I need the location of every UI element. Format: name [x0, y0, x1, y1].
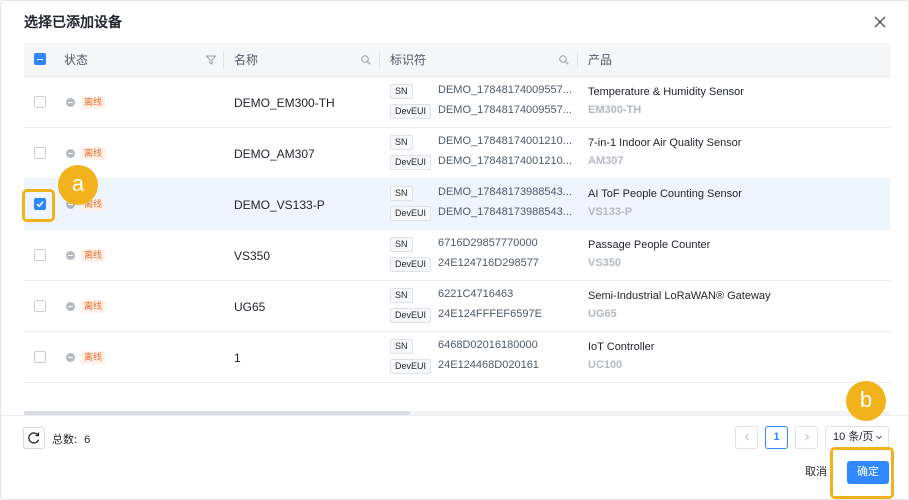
refresh-icon: [28, 432, 40, 444]
sn-value: DEMO_17848174009557...: [438, 84, 572, 96]
product-name: Temperature & Humidity Sensor: [588, 86, 744, 98]
sn-tag: SN: [390, 237, 413, 252]
status-badge: 离线: [81, 300, 106, 313]
table-row[interactable]: 离线 DEMO_VS133-P SN DEMO_17848173988543..…: [24, 179, 890, 230]
deveui-tag: DevEUI: [390, 206, 432, 221]
offline-status-icon: [66, 302, 75, 311]
total-label: 总数:: [52, 434, 78, 446]
table-row[interactable]: 离线 VS350 SN 6716D29857770000 DevEUI 24E1…: [24, 230, 890, 281]
highlight-box-checkbox: [22, 189, 55, 222]
deveui-value: DEMO_17848174001210...: [438, 155, 572, 167]
page-size-value: 10 条/页: [833, 431, 874, 443]
product-model: VS133-P: [588, 206, 633, 218]
product-model: UG65: [588, 308, 617, 320]
product-name: IoT Controller: [588, 341, 655, 353]
sn-tag: SN: [390, 84, 413, 99]
column-divider: [577, 52, 578, 68]
callout-a-badge: a: [58, 165, 98, 205]
offline-status-icon: [66, 251, 75, 260]
product-name: Semi-Industrial LoRaWAN® Gateway: [588, 290, 771, 302]
chevron-left-icon: [744, 433, 749, 441]
sn-value: DEMO_17848173988543...: [438, 186, 572, 198]
table-row[interactable]: 离线 1 SN 6468D02016180000 DevEUI 24E12446…: [24, 332, 890, 383]
product-name: 7-in-1 Indoor Air Quality Sensor: [588, 137, 742, 149]
footer-divider: [1, 415, 909, 416]
sn-tag: SN: [390, 186, 413, 201]
chevron-right-icon: [804, 433, 809, 441]
product-name: AI ToF People Counting Sensor: [588, 188, 742, 200]
status-badge: 离线: [81, 351, 106, 364]
dialog-title: 选择已添加设备: [24, 14, 122, 30]
deveui-tag: DevEUI: [390, 359, 432, 374]
sn-value: 6221C4716463: [438, 288, 514, 300]
highlight-box-confirm: [830, 447, 894, 499]
column-divider: [379, 52, 380, 68]
deveui-value: 24E124468D020161: [438, 359, 539, 371]
deveui-value: DEMO_17848174009557...: [438, 104, 572, 116]
product-name: Passage People Counter: [588, 239, 711, 251]
close-icon[interactable]: [871, 13, 889, 31]
page-size-select[interactable]: 10 条/页: [825, 426, 889, 449]
page-button-current[interactable]: 1: [765, 426, 788, 449]
deveui-tag: DevEUI: [390, 104, 432, 119]
offline-status-icon: [66, 98, 75, 107]
product-model: VS350: [588, 257, 622, 269]
sn-tag: SN: [390, 288, 413, 303]
deveui-value: 24E124FFFEF6597E: [438, 308, 542, 320]
device-name: 1: [234, 351, 241, 365]
prev-page-button[interactable]: [735, 426, 758, 449]
column-divider: [223, 52, 224, 68]
device-name: DEMO_EM300-TH: [234, 96, 335, 110]
deveui-tag: DevEUI: [390, 155, 432, 170]
total-value: 6: [84, 434, 91, 446]
table-row[interactable]: 离线 DEMO_EM300-TH SN DEMO_17848174009557.…: [24, 77, 890, 128]
device-name: VS350: [234, 249, 271, 263]
table-header: 状态 名称 标识符 产品: [24, 43, 890, 77]
offline-status-icon: [66, 149, 75, 158]
select-all-checkbox[interactable]: [34, 53, 46, 65]
deveui-value: DEMO_17848173988543...: [438, 206, 572, 218]
refresh-button[interactable]: [23, 427, 45, 449]
product-model: AM307: [588, 155, 624, 167]
sn-tag: SN: [390, 339, 413, 354]
callout-b-badge: b: [846, 381, 886, 421]
next-page-button[interactable]: [795, 426, 818, 449]
deveui-tag: DevEUI: [390, 257, 432, 272]
sn-tag: SN: [390, 135, 413, 150]
deveui-value: 24E124716D298577: [438, 257, 539, 269]
sn-value: DEMO_17848174001210...: [438, 135, 572, 147]
device-name: DEMO_AM307: [234, 147, 315, 161]
product-model: UC100: [588, 359, 623, 371]
row-checkbox[interactable]: [34, 300, 46, 312]
status-badge: 离线: [81, 96, 106, 109]
status-badge: 离线: [81, 249, 106, 262]
search-icon[interactable]: [360, 54, 372, 66]
offline-status-icon: [66, 353, 75, 362]
row-checkbox[interactable]: [34, 249, 46, 261]
select-device-dialog: 选择已添加设备 状态 名称 标识符 产品 离线 DEMO_EM300-TH SN…: [0, 0, 909, 500]
sn-value: 6468D02016180000: [438, 339, 538, 351]
filter-icon[interactable]: [205, 54, 217, 66]
row-checkbox[interactable]: [34, 147, 46, 159]
column-header-identifier: 标识符: [390, 53, 427, 67]
column-header-name: 名称: [234, 53, 259, 67]
deveui-tag: DevEUI: [390, 308, 432, 323]
table-row[interactable]: 离线 DEMO_AM307 SN DEMO_17848174001210... …: [24, 128, 890, 179]
status-badge: 离线: [81, 147, 106, 160]
column-header-product: 产品: [588, 53, 613, 67]
sn-value: 6716D29857770000: [438, 237, 538, 249]
total-count: 总数: 6: [52, 431, 90, 447]
column-header-status: 状态: [64, 53, 89, 67]
row-checkbox[interactable]: [34, 351, 46, 363]
search-icon[interactable]: [558, 54, 570, 66]
chevron-down-icon: [876, 435, 882, 440]
row-checkbox[interactable]: [34, 96, 46, 108]
table-row[interactable]: 离线 UG65 SN 6221C4716463 DevEUI 24E124FFF…: [24, 281, 890, 332]
device-name: UG65: [234, 300, 266, 314]
product-model: EM300-TH: [588, 104, 642, 116]
device-name: DEMO_VS133-P: [234, 198, 325, 212]
